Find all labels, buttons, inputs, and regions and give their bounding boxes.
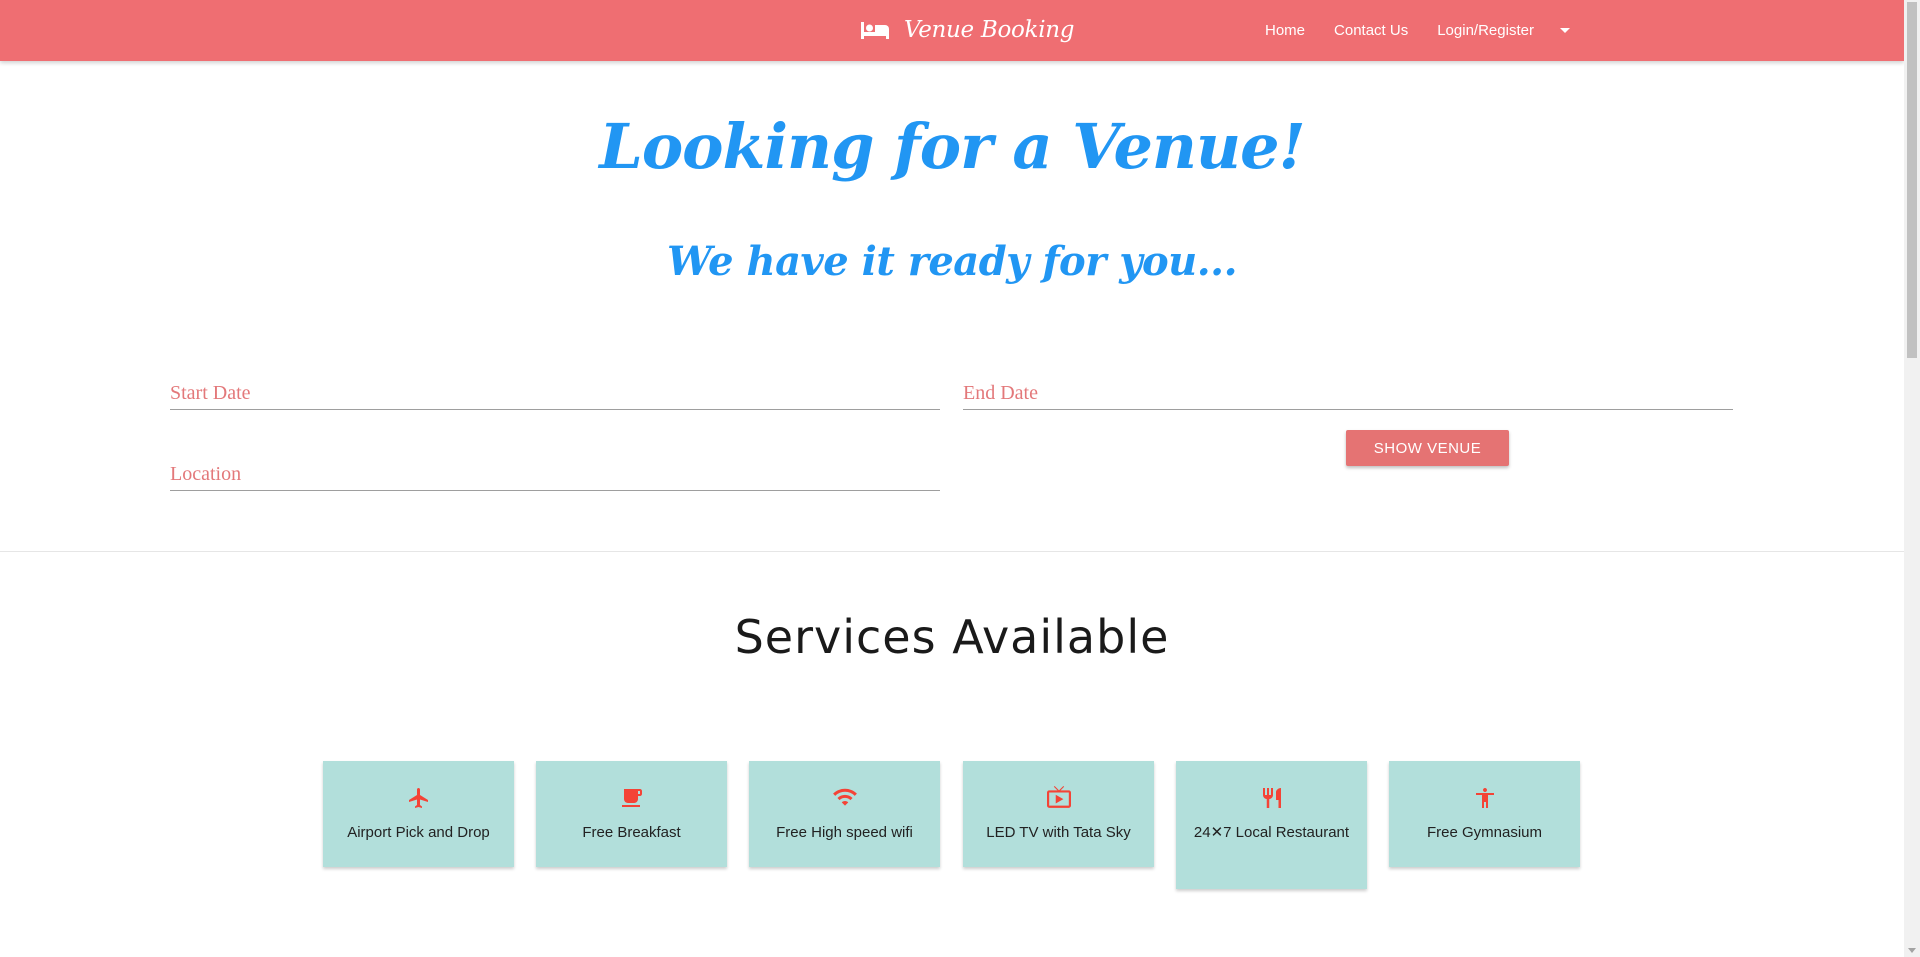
service-label: Free High speed wifi (776, 824, 913, 841)
service-card-restaurant: 24✕7 Local Restaurant (1176, 761, 1367, 889)
service-card-tv: LED TV with Tata Sky (963, 761, 1154, 867)
end-date-field (963, 379, 1733, 410)
airplane-icon (323, 785, 514, 811)
hero-subtitle: We have it ready for you... (667, 238, 1238, 285)
start-date-field (170, 379, 940, 410)
wifi-icon (749, 785, 940, 811)
restaurant-icon (1176, 785, 1367, 811)
page-scrollbar[interactable] (1904, 0, 1920, 957)
scroll-down-arrow-icon[interactable] (1908, 948, 1916, 953)
hero-title: Looking for a Venue! (599, 110, 1306, 183)
dropdown-caret-icon[interactable] (1559, 28, 1570, 33)
service-label: LED TV with Tata Sky (986, 824, 1131, 841)
page: Venue Booking Home Contact Us Login/Regi… (0, 0, 1904, 957)
nav-link-home[interactable]: Home (1265, 22, 1305, 39)
accessibility-person-icon (1389, 785, 1580, 811)
nav-links: Home Contact Us Login/Register (1265, 0, 1570, 61)
service-card-gymnasium: Free Gymnasium (1389, 761, 1580, 867)
service-card-wifi: Free High speed wifi (749, 761, 940, 867)
end-date-input[interactable] (963, 379, 1733, 407)
coffee-cup-icon (536, 785, 727, 811)
service-card-breakfast: Free Breakfast (536, 761, 727, 867)
scrollbar-thumb[interactable] (1907, 2, 1917, 358)
navbar: Venue Booking Home Contact Us Login/Regi… (0, 0, 1904, 61)
hotel-bed-icon (860, 18, 890, 42)
brand-name: Venue Booking (904, 17, 1075, 43)
service-card-airport: Airport Pick and Drop (323, 761, 514, 867)
services-title: Services Available (734, 610, 1170, 664)
service-label: Free Breakfast (582, 824, 681, 841)
location-field (170, 460, 940, 491)
service-label: Airport Pick and Drop (347, 824, 490, 841)
tv-icon (963, 785, 1154, 811)
nav-link-contact-us[interactable]: Contact Us (1334, 22, 1408, 39)
brand[interactable]: Venue Booking (860, 12, 1074, 48)
service-label: Free Gymnasium (1426, 824, 1543, 841)
service-label: 24✕7 Local Restaurant (1193, 824, 1350, 841)
location-input[interactable] (170, 460, 940, 488)
show-venue-button[interactable]: SHOW VENUE (1346, 430, 1509, 466)
start-date-input[interactable] (170, 379, 940, 407)
section-divider (0, 551, 1904, 552)
nav-link-login-register[interactable]: Login/Register (1437, 22, 1534, 39)
